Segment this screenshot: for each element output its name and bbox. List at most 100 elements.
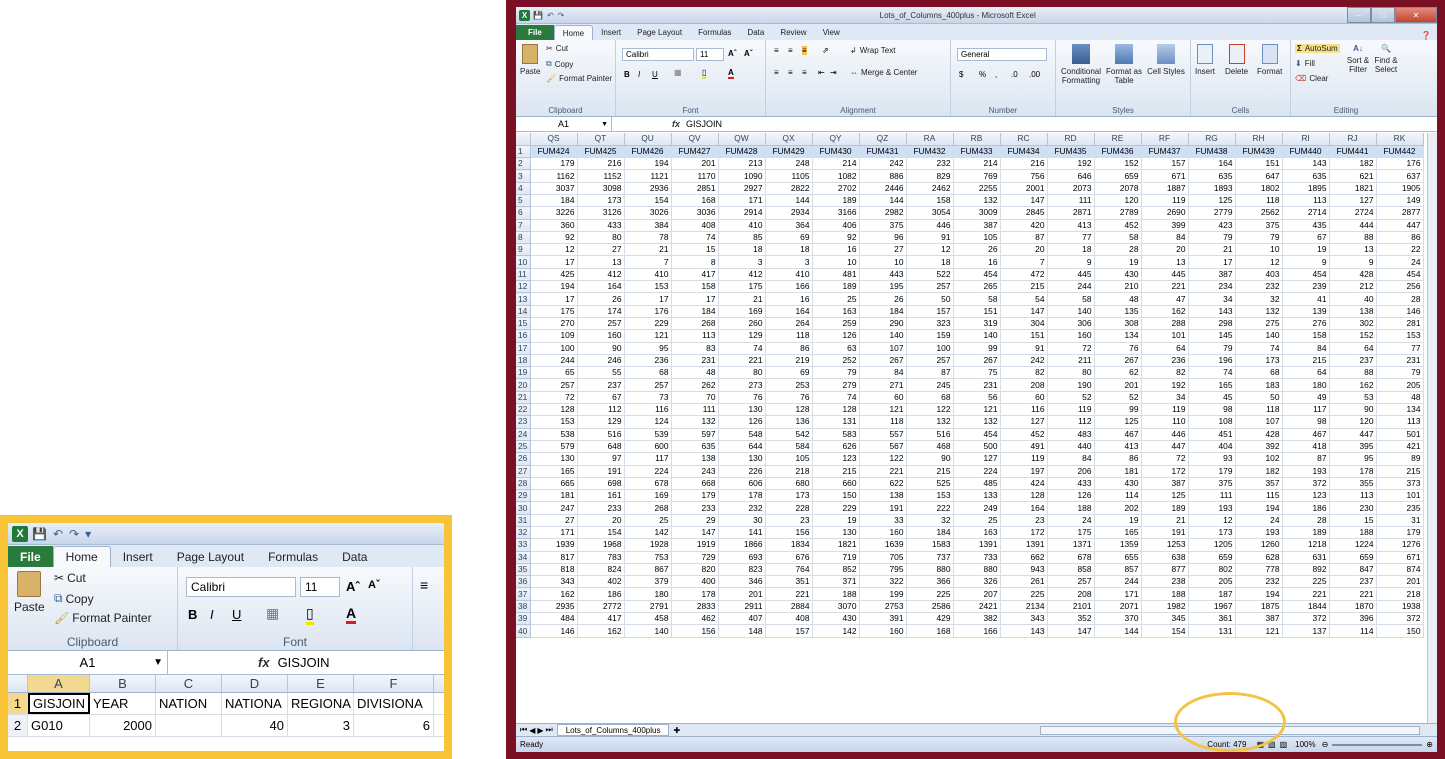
row-header[interactable]: 39 [516,612,531,626]
cell[interactable]: 112 [577,403,625,417]
cell[interactable]: 1938 [1376,600,1424,614]
cell[interactable]: 143 [1188,305,1236,318]
cell[interactable]: 737 [906,551,954,564]
cell[interactable]: 68 [1235,366,1283,380]
format-as-table-button[interactable]: Format as Table [1104,44,1144,85]
cell[interactable]: 13 [577,255,625,269]
cell[interactable]: 1968 [577,538,625,552]
cell[interactable]: 2134 [1000,600,1048,614]
column-header[interactable]: RC [1000,133,1048,146]
cell[interactable]: 1982 [1141,600,1189,614]
zoom-in-icon[interactable]: ⊕ [1426,740,1433,749]
cell[interactable]: 372 [1282,612,1330,626]
cell[interactable]: 1821 [812,538,860,552]
cell[interactable]: 852 [812,563,860,577]
cell[interactable]: 3070 [812,600,860,614]
cell[interactable]: 270 [530,317,578,331]
cell[interactable]: 357 [1235,477,1283,491]
insert-sheet-icon[interactable]: ✚ [673,726,680,735]
row-header[interactable]: 31 [516,514,531,528]
cell[interactable]: 68 [624,366,672,380]
cell[interactable]: 147 [1047,624,1095,638]
cell[interactable]: 3009 [953,206,1001,220]
decrease-decimal-icon[interactable]: .00 [1029,70,1040,79]
cell[interactable]: 660 [812,477,860,491]
cell[interactable]: 232 [1235,280,1283,294]
cell[interactable]: 391 [859,612,907,626]
cell[interactable]: 396 [1329,612,1377,626]
cell[interactable]: 86 [765,342,813,355]
cell[interactable]: 84 [1141,231,1189,245]
cell[interactable]: 265 [953,280,1001,294]
cell[interactable]: 161 [577,489,625,503]
cell[interactable]: 1834 [765,538,813,552]
cell[interactable]: 525 [906,477,954,491]
formula-input[interactable]: GISJOIN [278,655,330,670]
cell[interactable]: 261 [1000,575,1048,589]
cell[interactable]: 764 [765,563,813,577]
cell[interactable]: 2690 [1141,206,1189,220]
cell[interactable]: 2934 [765,206,813,220]
cell[interactable]: 452 [1094,219,1142,232]
cell[interactable]: 143 [1282,157,1330,171]
cell[interactable]: 7 [1000,255,1048,269]
column-header[interactable]: QV [671,133,719,146]
fill-color-icon[interactable]: ▯ [306,605,314,625]
cell[interactable]: 194 [1235,501,1283,515]
row-header[interactable]: 22 [516,403,531,417]
cell[interactable]: 147 [1000,305,1048,318]
cell[interactable]: 132 [953,194,1001,208]
cell[interactable]: 678 [1047,551,1095,564]
cell[interactable]: FUM431 [859,145,907,159]
cell[interactable]: 20 [1000,243,1048,257]
cell[interactable]: 408 [671,219,719,232]
cell[interactable]: 542 [765,428,813,441]
tab-insert[interactable]: Insert [593,25,629,40]
cell[interactable]: 421 [1376,440,1424,454]
cell[interactable]: FUM440 [1282,145,1330,159]
cell[interactable]: 2073 [1047,182,1095,195]
wrap-text-button[interactable]: ↲ Wrap Text [850,46,895,55]
cell[interactable]: 153 [530,415,578,429]
cell[interactable]: 126 [1047,489,1095,503]
align-left-icon[interactable]: ≡ [774,68,779,77]
cell[interactable]: 122 [859,452,907,466]
cell[interactable]: 17 [530,292,578,306]
cell[interactable]: 140 [1047,305,1095,318]
cell[interactable]: 214 [812,157,860,171]
cell[interactable]: 25 [953,514,1001,528]
cell[interactable]: 165 [1188,378,1236,392]
customize-qat-icon[interactable]: ▾ [85,527,91,541]
cell[interactable]: 9 [1282,255,1330,269]
cell[interactable]: 193 [1188,501,1236,515]
cell[interactable]: 370 [1094,612,1142,626]
insert-cells-button[interactable]: Insert [1195,44,1215,76]
percent-icon[interactable]: % [979,70,986,79]
cell[interactable]: 468 [906,440,954,454]
cell[interactable]: 20 [1141,243,1189,257]
cell[interactable]: 192 [1141,378,1189,392]
cell[interactable]: 647 [1235,169,1283,183]
cell[interactable]: 128 [812,403,860,417]
cell[interactable]: 829 [906,169,954,183]
cell[interactable]: 2772 [577,600,625,614]
cell[interactable]: 147 [1000,194,1048,208]
cell[interactable]: 201 [1376,575,1424,589]
cell[interactable]: 2562 [1235,206,1283,220]
cell[interactable]: 189 [1141,501,1189,515]
cell[interactable]: 2871 [1047,206,1095,220]
cell[interactable]: 215 [906,465,954,478]
cell[interactable]: 237 [1329,354,1377,368]
format-painter-button[interactable]: 🖌 Format Painter [546,74,612,83]
cell[interactable]: 433 [1047,477,1095,491]
cell[interactable]: 867 [624,563,672,577]
cell[interactable]: 77 [1376,342,1424,355]
cell[interactable]: 290 [859,317,907,331]
cell[interactable]: 440 [1047,440,1095,454]
cell[interactable]: 3036 [671,206,719,220]
cell[interactable]: 433 [577,219,625,232]
cell[interactable]: 142 [812,624,860,638]
cell[interactable]: 1260 [1235,538,1283,552]
underline-button[interactable]: U [652,70,658,79]
cell[interactable]: 218 [1376,587,1424,601]
